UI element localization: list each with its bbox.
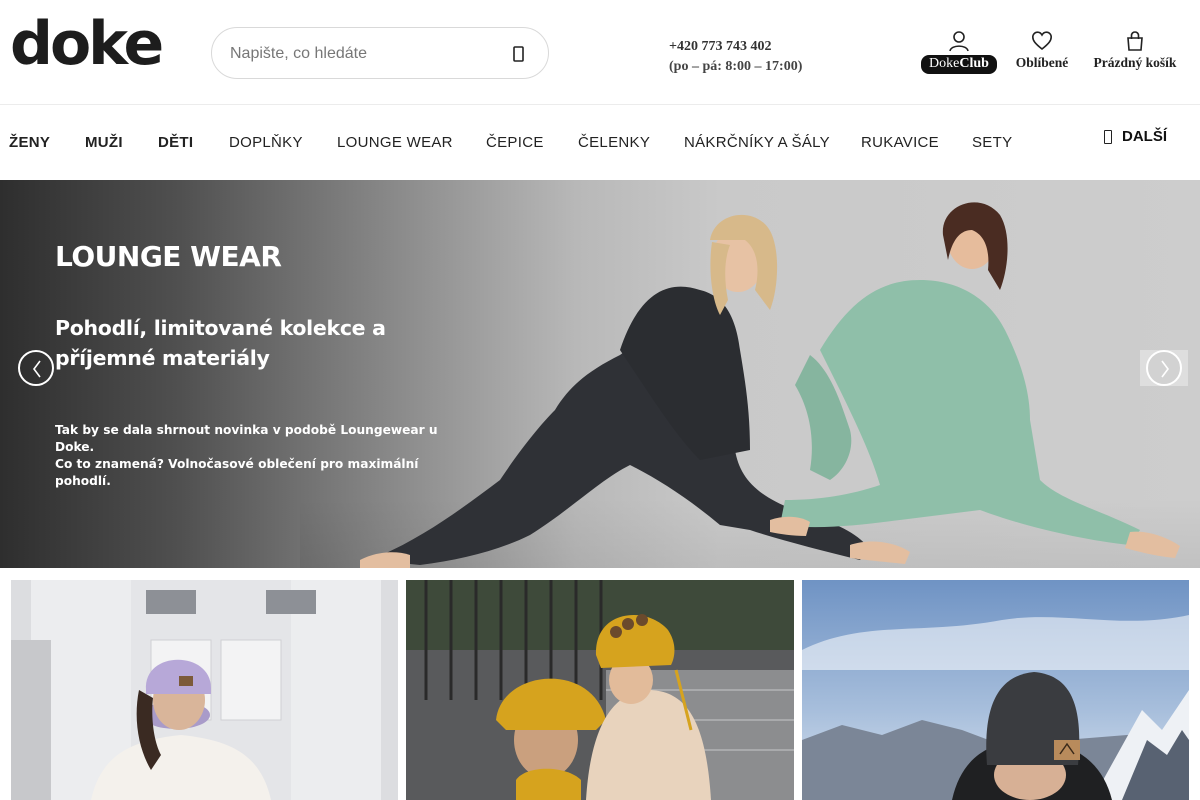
hero-subtitle: Pohodlí, limitované kolekce a příjemné m… — [55, 316, 386, 370]
bag-icon — [1127, 31, 1143, 51]
menu-icon — [1104, 129, 1112, 144]
nav-item-zeny[interactable]: ŽENY — [9, 134, 50, 151]
hero-banner[interactable]: LOUNGE WEAR Pohodlí, limitované kolekce … — [0, 180, 1200, 568]
hero-description: Tak by se dala shrnout novinka v podobě … — [55, 422, 475, 490]
model-mint-outfit — [770, 202, 1180, 558]
doke-logo[interactable]: doke — [10, 14, 164, 74]
phone-number[interactable]: +420 773 743 402 — [669, 37, 802, 57]
chevron-left-icon — [33, 360, 41, 378]
nav-item-nakrcniky-a-saly[interactable]: NÁKRČNÍKY A ŠÁLY — [684, 134, 830, 151]
heart-icon — [1031, 31, 1053, 51]
favorites-label: Oblíbené — [1015, 55, 1069, 70]
cart-button[interactable]: Prázdný košík — [1088, 30, 1182, 71]
club-badge-suffix: Club — [959, 56, 989, 71]
contact-info: +420 773 743 402 (po – pá: 8:00 – 17:00) — [669, 37, 802, 78]
tile-3-image — [802, 580, 1189, 800]
category-tile-1[interactable] — [11, 580, 398, 800]
nav-more-label: DALŠÍ — [1122, 128, 1167, 145]
opening-hours: (po – pá: 8:00 – 17:00) — [669, 59, 803, 75]
carousel-prev-button[interactable] — [18, 350, 54, 386]
main-navigation: ŽENY MUŽI DĚTI DOPLŇKY LOUNGE WEAR ČEPIC… — [0, 106, 1200, 179]
favorites-button[interactable]: Oblíbené — [1010, 30, 1074, 71]
club-badge-prefix: Doke — [929, 56, 960, 71]
doke-club-button[interactable]: DokeClub — [921, 30, 997, 74]
user-icon — [948, 31, 969, 52]
hero-models-image — [360, 202, 1180, 568]
nav-item-muzi[interactable]: MUŽI — [85, 134, 123, 151]
tile-1-image — [11, 580, 398, 800]
nav-item-rukavice[interactable]: RUKAVICE — [861, 134, 939, 151]
nav-item-deti[interactable]: DĚTI — [158, 134, 193, 151]
search-icon[interactable] — [512, 43, 526, 65]
club-badge: DokeClub — [921, 55, 997, 74]
cart-label: Prázdný košík — [1093, 55, 1177, 70]
hero-title: LOUNGE WEAR — [55, 240, 282, 273]
nav-item-lounge-wear[interactable]: LOUNGE WEAR — [337, 134, 453, 151]
search-box[interactable] — [211, 27, 549, 79]
site-header: doke +420 773 743 402 (po – pá: 8:00 – 1… — [0, 0, 1200, 105]
tile-2-image — [406, 580, 794, 800]
carousel-next-button[interactable] — [1146, 350, 1182, 386]
category-tile-3[interactable] — [802, 580, 1189, 800]
category-tile-2[interactable] — [406, 580, 794, 800]
nav-more-button[interactable]: DALŠÍ — [1104, 128, 1167, 145]
nav-item-sety[interactable]: SETY — [972, 134, 1012, 151]
chevron-right-icon — [1161, 360, 1169, 378]
hero-description-line-2: Co to znamená? Volnočasové oblečení pro … — [55, 457, 419, 488]
hero-description-line-1: Tak by se dala shrnout novinka v podobě … — [55, 423, 438, 454]
search-input[interactable] — [230, 40, 500, 68]
nav-item-doplnky[interactable]: DOPLŇKY — [229, 134, 303, 151]
nav-item-celenky[interactable]: ČELENKY — [578, 134, 650, 151]
nav-item-cepice[interactable]: ČEPICE — [486, 134, 544, 151]
